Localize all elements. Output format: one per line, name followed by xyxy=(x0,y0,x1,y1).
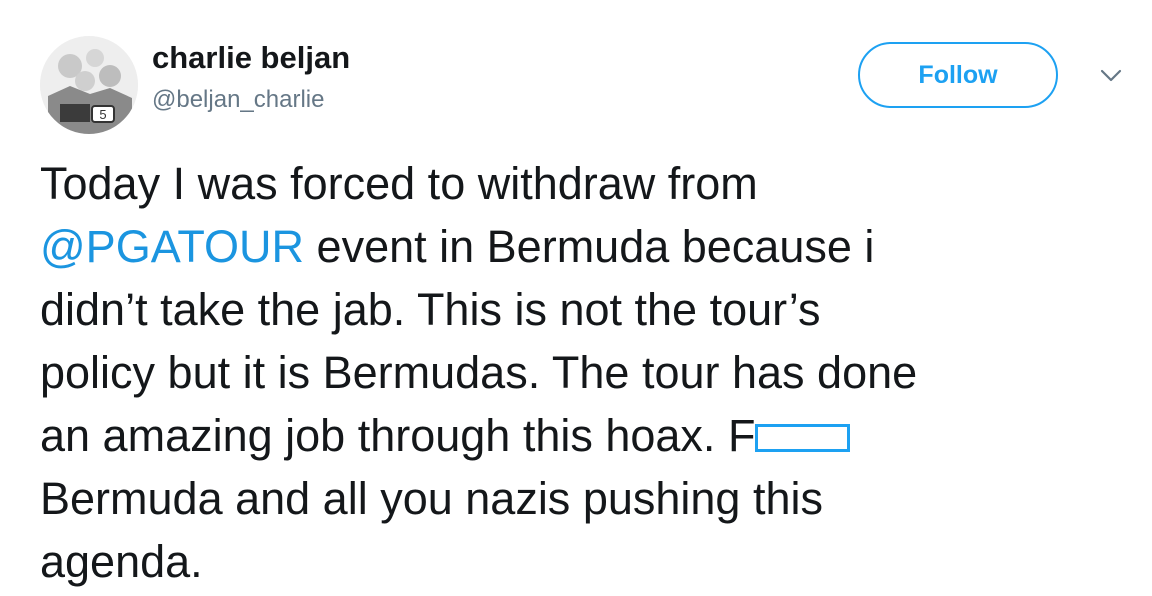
tweet-line: policy but it is Bermudas. The tour has … xyxy=(40,347,918,398)
tweet-text-segment: an amazing job through this hoax. F xyxy=(40,410,756,461)
display-name[interactable]: charlie beljan xyxy=(152,40,350,76)
tweet-line: Today I was forced to withdraw from xyxy=(40,158,758,209)
chevron-down-icon[interactable] xyxy=(1098,66,1124,86)
tweet-text-segment: event in Bermuda because i xyxy=(304,221,875,272)
tweet-text: Today I was forced to withdraw from @PGA… xyxy=(40,152,1130,593)
tweet-line: Bermuda and all you nazis pushing this xyxy=(40,473,823,524)
redaction-box xyxy=(755,424,851,452)
avatar-image: 5 xyxy=(40,36,138,134)
tweet-line: an amazing job through this hoax. F xyxy=(40,404,1130,467)
follow-button[interactable]: Follow xyxy=(858,42,1058,108)
svg-text:5: 5 xyxy=(99,107,106,122)
tweet-line: didn’t take the jab. This is not the tou… xyxy=(40,284,821,335)
user-handle[interactable]: @beljan_charlie xyxy=(152,86,324,114)
mention-link[interactable]: @PGATOUR xyxy=(40,221,304,272)
tweet-line: agenda. xyxy=(40,536,203,587)
tweet-line: @PGATOUR event in Bermuda because i xyxy=(40,215,1130,278)
avatar[interactable]: 5 xyxy=(40,36,138,134)
